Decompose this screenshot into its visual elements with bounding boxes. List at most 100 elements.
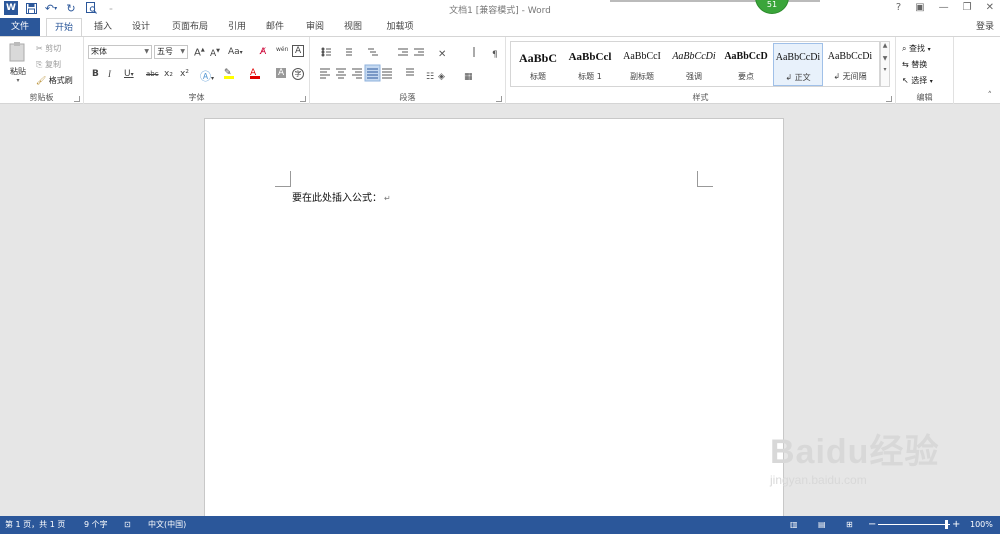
shrink-font-icon[interactable]: A▼ — [210, 48, 220, 59]
title-bar: W ↶ ▾ ↻ ₌ 文档1 [兼容模式] - Word 51 ? ▣ — ❐ ✕ — [0, 0, 1000, 18]
change-case-icon[interactable]: Aa▾ — [228, 47, 243, 57]
word-count[interactable]: 9 个字 — [84, 516, 108, 534]
strikethrough-button[interactable]: abc — [146, 70, 159, 78]
find-button[interactable]: ⌕ 查找 ▾ — [902, 43, 931, 54]
underline-button[interactable]: U▾ — [124, 69, 134, 79]
tab-addins[interactable]: 加载项 — [378, 18, 422, 36]
scroll-down-icon[interactable]: ▼ — [881, 55, 889, 62]
minimize-icon[interactable]: — — [939, 2, 949, 13]
login-link[interactable]: 登录 — [976, 18, 994, 36]
enclose-char-icon[interactable]: 字 — [292, 68, 304, 80]
style-sample: AaBbCcI — [623, 51, 661, 62]
zoom-out-icon[interactable]: − — [868, 516, 876, 534]
subscript-button[interactable]: x₂ — [164, 69, 173, 79]
document-page[interactable]: 要在此处插入公式： ↵ — [204, 118, 784, 528]
bold-label: B — [92, 69, 99, 79]
style-normal[interactable]: AaBbCcDi ↲ 正文 — [773, 43, 823, 86]
language-indicator[interactable]: 中文(中国) — [148, 516, 186, 534]
zoom-slider-knob[interactable] — [945, 520, 948, 529]
ribbon: 粘贴 ▾ ✂ 剪切 ⎘ 复制 🖌 格式刷 剪贴板 宋体 ▼ 五号 ▼ A▲ A▼ A… — [0, 36, 1000, 105]
clipboard-launcher-icon[interactable] — [74, 96, 80, 102]
tab-references[interactable]: 引用 — [222, 18, 252, 36]
proofing-icon[interactable]: ⊡ — [124, 516, 131, 534]
italic-button[interactable]: I — [108, 69, 111, 79]
tab-page-layout[interactable]: 页面布局 — [164, 18, 216, 36]
bold-button[interactable]: B — [92, 69, 99, 79]
status-bar: 第 1 页，共 1 页 9 个字 ⊡ 中文(中国) ▥ ▤ ⊞ − + 100% — [0, 516, 1000, 534]
more-styles-icon[interactable]: ▾ — [881, 66, 889, 73]
tab-home[interactable]: 开始 — [46, 18, 82, 37]
styles-launcher-icon[interactable] — [886, 96, 892, 102]
ribbon-display-icon[interactable]: ▣ — [915, 2, 924, 13]
tab-design[interactable]: 设计 — [124, 18, 158, 36]
chevron-down-icon: ▼ — [144, 48, 149, 55]
tab-mailings[interactable]: 邮件 — [260, 18, 290, 36]
replace-icon: ⇆ — [902, 60, 909, 69]
style-name: 标题 — [530, 72, 546, 81]
phonetic-guide-icon[interactable]: wén — [276, 44, 288, 53]
replace-button[interactable]: ⇆ 替换 — [902, 59, 927, 70]
svg-text:▦: ▦ — [464, 72, 473, 82]
font-launcher-icon[interactable] — [300, 96, 306, 102]
font-size-combo[interactable]: 五号 ▼ — [154, 45, 188, 59]
style-strong[interactable]: AaBbCcD 要点 — [721, 43, 771, 86]
style-sample: AaBbCcDi — [827, 51, 873, 62]
style-sample: AaBbCcl — [568, 51, 612, 63]
font-name-combo[interactable]: 宋体 ▼ — [88, 45, 152, 59]
char-border-label: A — [295, 46, 302, 56]
highlight-icon[interactable]: ✎ — [224, 68, 234, 79]
tab-insert[interactable]: 插入 — [86, 18, 120, 36]
format-painter-button[interactable]: 🖌 格式刷 — [36, 75, 73, 86]
cut-button[interactable]: ✂ 剪切 — [36, 43, 61, 54]
highlight-color-bar — [224, 76, 234, 79]
crop-mark-top-right — [697, 171, 713, 187]
tab-review[interactable]: 审阅 — [298, 18, 332, 36]
document-body-text[interactable]: 要在此处插入公式： ↵ — [292, 189, 391, 204]
close-icon[interactable]: ✕ — [986, 2, 994, 13]
underline-label: U — [124, 69, 131, 79]
zoom-level[interactable]: 100% — [970, 516, 993, 534]
select-button[interactable]: ↖ 选择 ▾ — [902, 75, 933, 86]
style-sample: AaBbC — [518, 51, 557, 65]
char-shading-icon[interactable]: A — [276, 68, 287, 78]
zoom-slider-track[interactable] — [878, 524, 950, 525]
clear-format-icon[interactable]: A̸ — [260, 47, 266, 57]
copy-button[interactable]: ⎘ 复制 — [36, 59, 61, 70]
font-group-label: 字体 — [188, 93, 205, 102]
web-layout-icon[interactable]: ⊞ — [846, 516, 853, 534]
paste-button[interactable]: 粘贴 ▾ — [6, 41, 30, 85]
scroll-up-icon[interactable]: ▲ — [881, 42, 889, 49]
print-layout-icon[interactable]: ▤ — [818, 516, 826, 534]
svg-text:◈: ◈ — [438, 72, 445, 82]
tab-file[interactable]: 文件 — [0, 18, 40, 36]
grow-font-icon[interactable]: A▲ — [194, 47, 205, 58]
editing-group-label: 编辑 — [916, 93, 933, 102]
style-emphasis[interactable]: AaBbCcDi 强调 — [669, 43, 719, 86]
watermark-sub: jingyan.baidu.com — [770, 473, 867, 487]
format-painter-label: 格式刷 — [48, 76, 73, 85]
char-border-icon[interactable]: A — [292, 45, 305, 57]
change-case-label: Aa — [228, 47, 240, 57]
cursor-icon: ↖ — [902, 76, 909, 85]
collapse-ribbon-icon[interactable]: ˄ — [988, 91, 993, 101]
page-count[interactable]: 第 1 页，共 1 页 — [5, 516, 65, 534]
group-clipboard: 粘贴 ▾ ✂ 剪切 ⎘ 复制 🖌 格式刷 剪贴板 — [0, 37, 84, 105]
style-title[interactable]: AaBbC 标题 — [513, 43, 563, 86]
zoom-in-icon[interactable]: + — [952, 516, 960, 534]
tab-view[interactable]: 视图 — [336, 18, 370, 36]
styles-gallery-scroll[interactable]: ▲ ▼ ▾ — [880, 41, 890, 87]
read-mode-icon[interactable]: ▥ — [790, 516, 798, 534]
paragraph-mark: ↵ — [384, 194, 391, 203]
paragraph-launcher-icon[interactable] — [496, 96, 502, 102]
chevron-down-icon: ▼ — [180, 48, 185, 55]
style-no-spacing[interactable]: AaBbCcDi ↲ 无间隔 — [825, 43, 875, 86]
help-icon[interactable]: ? — [896, 2, 901, 13]
restore-icon[interactable]: ❐ — [963, 2, 972, 13]
find-label: 查找 — [909, 44, 926, 53]
style-name: 强调 — [686, 72, 702, 81]
style-heading-1[interactable]: AaBbCcl 标题 1 — [565, 43, 615, 86]
style-subtitle[interactable]: AaBbCcI 副标题 — [617, 43, 667, 86]
font-color-icon[interactable]: A — [250, 68, 260, 79]
superscript-button[interactable]: x² — [180, 69, 189, 79]
text-effects-icon[interactable]: Ⓐ▾ — [200, 68, 214, 84]
